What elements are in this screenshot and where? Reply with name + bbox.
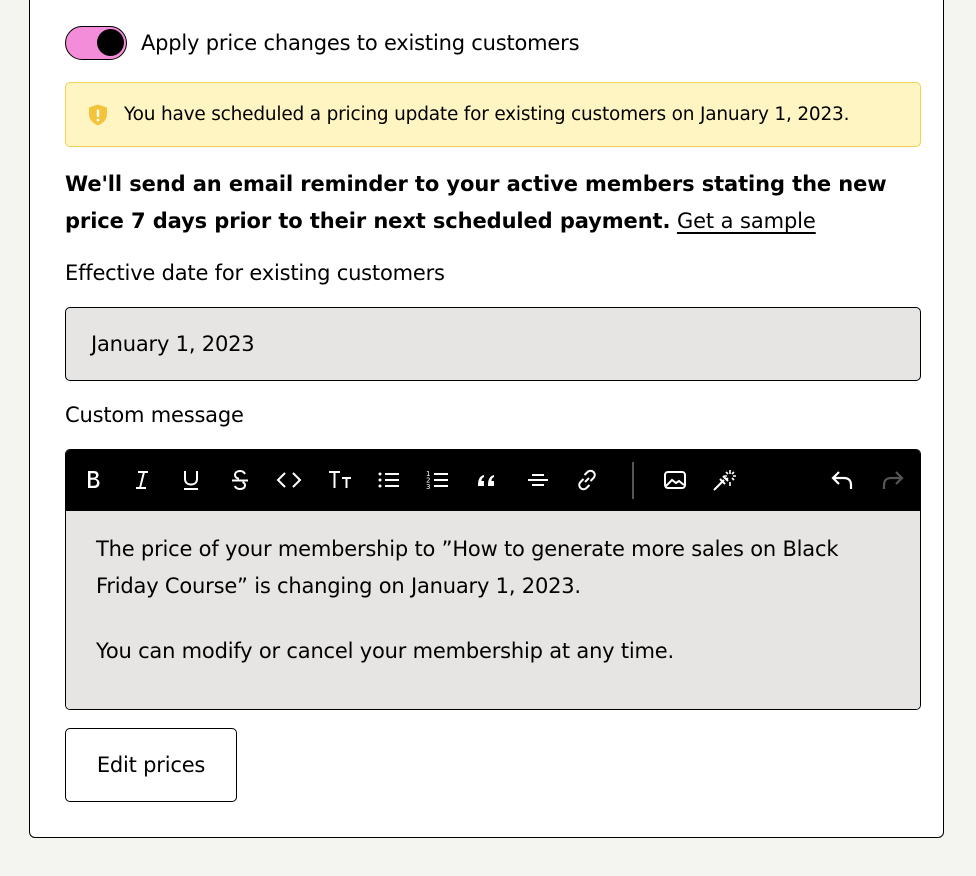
redo-icon[interactable] (877, 465, 907, 495)
quote-icon[interactable] (472, 465, 502, 495)
apply-existing-toggle-row: Apply price changes to existing customer… (65, 26, 580, 60)
shield-warning-icon (86, 103, 110, 127)
toggle-label: Apply price changes to existing customer… (141, 31, 580, 55)
reminder-paragraph: We'll send an email reminder to your act… (65, 166, 935, 240)
toolbar-divider (632, 462, 634, 499)
editor-toolbar: 123 (66, 450, 920, 511)
horizontal-rule-icon[interactable] (523, 465, 553, 495)
custom-message-label: Custom message (65, 403, 244, 427)
text-size-icon[interactable] (325, 465, 355, 495)
effective-date-value: January 1, 2023 (91, 332, 255, 356)
code-icon[interactable] (274, 465, 304, 495)
numbered-list-icon[interactable]: 123 (423, 465, 453, 495)
bold-icon[interactable] (78, 465, 108, 495)
bullet-list-icon[interactable] (374, 465, 404, 495)
effective-date-label: Effective date for existing customers (65, 261, 445, 285)
edit-prices-button[interactable]: Edit prices (65, 728, 237, 802)
sparkle-icon[interactable] (709, 465, 739, 495)
link-icon[interactable] (572, 465, 602, 495)
italic-icon[interactable] (127, 465, 157, 495)
get-sample-link[interactable]: Get a sample (677, 209, 816, 233)
scheduled-update-notice: You have scheduled a pricing update for … (65, 82, 921, 147)
message-paragraph-2: You can modify or cancel your membership… (96, 639, 675, 663)
strikethrough-icon[interactable] (225, 465, 255, 495)
svg-text:3: 3 (426, 483, 430, 491)
apply-existing-toggle[interactable] (65, 26, 127, 60)
message-paragraph-1: The price of your membership to ”How to … (96, 537, 839, 598)
edit-prices-label: Edit prices (96, 753, 206, 777)
toggle-knob (97, 29, 124, 56)
undo-icon[interactable] (828, 465, 858, 495)
editor-content[interactable]: The price of your membership to ”How to … (66, 511, 920, 709)
effective-date-field[interactable]: January 1, 2023 (65, 307, 921, 381)
rich-text-editor: 123 The price of your membership to ”How… (65, 449, 921, 710)
image-icon[interactable] (660, 465, 690, 495)
notice-text: You have scheduled a pricing update for … (124, 104, 850, 125)
underline-icon[interactable] (176, 465, 206, 495)
